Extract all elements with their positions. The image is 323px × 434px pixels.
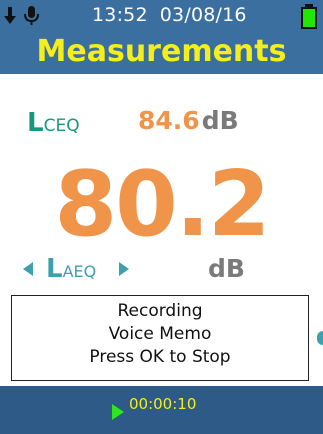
lceq-label-main: L (27, 108, 44, 138)
lceq-value-unit: dB (201, 106, 239, 135)
primary-value: 80.2 (54, 152, 270, 257)
laeq-label: LAEQ (46, 252, 96, 289)
header-bar: 13:52 03/08/16 Measurements (0, 0, 323, 74)
arrow-left-icon[interactable] (22, 261, 34, 277)
dialog-line-recording: Recording (117, 301, 203, 321)
battery-icon (301, 4, 317, 29)
recording-timer: 00:00:10 (129, 395, 197, 413)
download-arrow-icon (4, 7, 16, 24)
recording-dialog: Recording Voice Memo Press OK to Stop (11, 295, 309, 381)
status-time: 13:52 (92, 4, 148, 26)
laeq-label-sub: AEQ (62, 262, 97, 281)
status-clock: 13:52 03/08/16 (92, 3, 292, 27)
dialog-line-voice-memo: Voice Memo (108, 324, 212, 344)
dialog-line-instruction: Press OK to Stop (89, 347, 231, 367)
lceq-value: 84.6dB (138, 104, 239, 138)
play-icon (112, 404, 124, 420)
primary-unit: dB (208, 254, 245, 283)
arrow-right-icon[interactable] (118, 261, 130, 277)
status-icons (4, 6, 39, 25)
microphone-icon (24, 6, 39, 25)
status-date: 03/08/16 (159, 4, 247, 26)
lceq-label-sub: CEQ (43, 116, 80, 136)
laeq-selector[interactable]: LAEQ dB (22, 254, 312, 286)
lceq-value-number: 84.6 (138, 106, 200, 135)
page-title: Measurements (36, 34, 287, 69)
lceq-label: LCEQ (27, 106, 80, 140)
scroll-edge-indicator (317, 331, 323, 345)
laeq-label-main: L (46, 254, 63, 284)
